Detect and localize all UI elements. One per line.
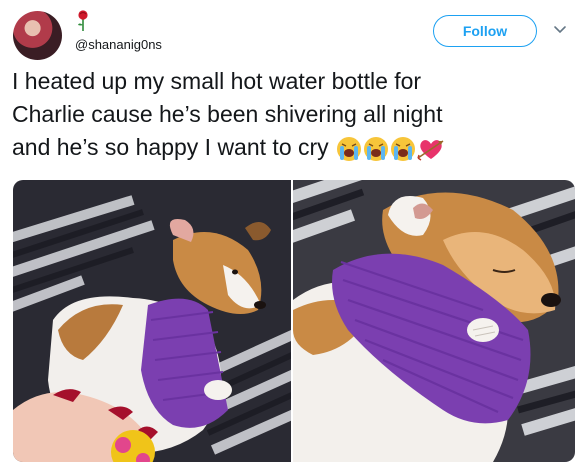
user-handle[interactable]: @shananig0ns [75,37,162,52]
dog-photo-image [293,180,575,462]
heart-with-arrow-icon [417,140,444,162]
tweet-text: I heated up my small hot water bottle fo… [12,65,577,165]
follow-button[interactable]: Follow [433,15,537,47]
dog-photo-image [13,180,291,462]
loudly-crying-face-icon [391,137,416,162]
avatar[interactable] [13,11,62,60]
display-name[interactable] [75,10,435,36]
rose-icon [78,10,88,31]
loudly-crying-face-icon [337,137,362,162]
chevron-down-icon[interactable] [553,24,567,36]
tweet-photo-1[interactable] [13,180,291,462]
emoji-row [335,132,445,165]
tweet-photo-2[interactable] [293,180,575,462]
loudly-crying-face-icon [364,137,389,162]
